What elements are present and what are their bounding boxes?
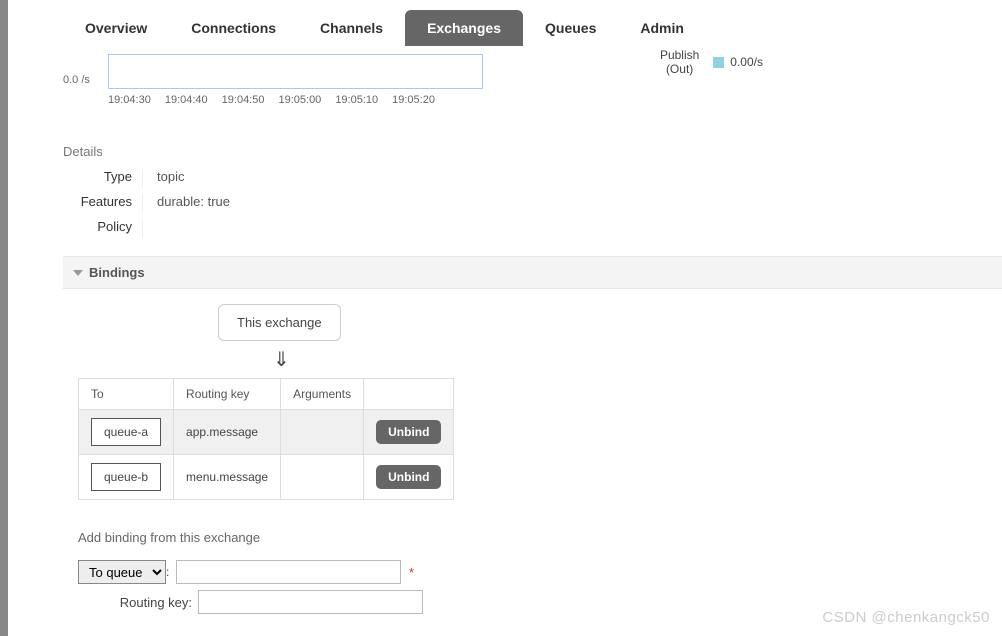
tick: 19:04:30 [108, 94, 151, 106]
rate-chart: 0.0 /s 19:04:30 19:04:40 19:04:50 19:05:… [63, 54, 1002, 109]
detail-label-features: Features [63, 194, 143, 213]
unbind-button[interactable]: Unbind [376, 420, 441, 444]
tab-overview[interactable]: Overview [63, 10, 169, 46]
routing-key-label: Routing key: [78, 595, 198, 610]
chart-yaxis-rate: 0.0 /s [63, 74, 90, 86]
detail-label-policy: Policy [63, 219, 143, 238]
routing-key-input[interactable] [198, 590, 423, 614]
queue-link[interactable]: queue-a [91, 418, 161, 446]
table-header-row: To Routing key Arguments [79, 379, 454, 410]
tab-queues[interactable]: Queues [523, 10, 618, 46]
tab-admin[interactable]: Admin [618, 10, 706, 46]
tab-channels[interactable]: Channels [298, 10, 405, 46]
col-arguments: Arguments [281, 379, 364, 410]
feature-val: true [208, 194, 230, 209]
tick: 19:05:20 [392, 94, 435, 106]
detail-label-type: Type [63, 169, 143, 188]
unbind-button[interactable]: Unbind [376, 465, 441, 489]
dest-row: To queue : * [78, 560, 1002, 584]
main-nav: Overview Connections Channels Exchanges … [18, 0, 1002, 46]
table-row: queue-a app.message Unbind [79, 410, 454, 455]
tick: 19:05:00 [278, 94, 321, 106]
destination-name-input[interactable] [176, 560, 401, 584]
chart-legend: Publish (Out) 0.00/s [553, 46, 763, 78]
bindings-table: To Routing key Arguments queue-a app.mes… [78, 378, 454, 500]
col-routing-key: Routing key [174, 379, 281, 410]
watermark: CSDN @chenkangck50 [822, 609, 990, 626]
legend-label: Publish (Out) [652, 46, 707, 78]
chart-plot-area [108, 54, 483, 89]
table-row: queue-b menu.message Unbind [79, 455, 454, 500]
chevron-down-icon [73, 270, 83, 276]
tab-exchanges[interactable]: Exchanges [405, 10, 523, 46]
this-exchange-box: This exchange [218, 304, 341, 341]
colon: : [166, 565, 169, 579]
details-grid: Type topic Features durable: true Policy [63, 169, 1002, 238]
queue-link[interactable]: queue-b [91, 463, 161, 491]
arguments-cell [281, 455, 364, 500]
chart-x-ticks: 19:04:30 19:04:40 19:04:50 19:05:00 19:0… [108, 94, 435, 106]
routing-key-cell: menu.message [174, 455, 281, 500]
tick: 19:04:40 [165, 94, 208, 106]
destination-type-select[interactable]: To queue [78, 560, 166, 584]
bindings-title: Bindings [89, 265, 145, 280]
col-action [364, 379, 454, 410]
arguments-cell [281, 410, 364, 455]
tick: 19:04:50 [222, 94, 265, 106]
feature-key: durable: [157, 194, 204, 209]
tick: 19:05:10 [335, 94, 378, 106]
details-heading: Details [63, 144, 1002, 159]
add-binding-heading: Add binding from this exchange [78, 530, 1002, 545]
down-arrow-icon: ⇓ [273, 347, 1002, 372]
legend-label-line1: Publish [660, 48, 699, 62]
bindings-section-header[interactable]: Bindings [63, 256, 1002, 289]
legend-label-line2: (Out) [660, 62, 699, 76]
routing-key-cell: app.message [174, 410, 281, 455]
col-to: To [79, 379, 174, 410]
left-scrollbar[interactable] [0, 0, 8, 636]
tab-connections[interactable]: Connections [169, 10, 298, 46]
legend-swatch [713, 57, 724, 68]
legend-rate: 0.00/s [730, 55, 763, 69]
required-asterisk: * [409, 565, 414, 580]
detail-value-type: topic [143, 169, 184, 184]
detail-value-features: durable: true [143, 194, 230, 209]
